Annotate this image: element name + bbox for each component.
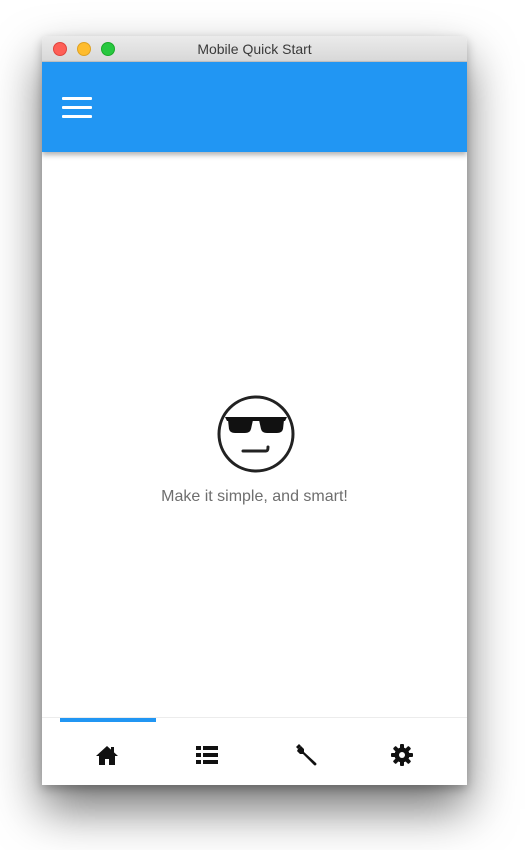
wrench-icon — [296, 744, 317, 766]
tagline-text: Make it simple, and smart! — [161, 488, 348, 505]
menu-button[interactable] — [60, 92, 94, 122]
app-bar — [42, 62, 467, 152]
cool-face-sunglasses-icon — [217, 395, 295, 473]
gear-icon — [391, 744, 413, 766]
nav-tab-home[interactable] — [54, 718, 160, 785]
window-title: Mobile Quick Start — [197, 41, 312, 57]
app-window: Mobile Quick Start Make it simple, and s… — [42, 36, 467, 785]
list-icon — [196, 746, 218, 764]
nav-tab-settings[interactable] — [349, 718, 455, 785]
home-icon — [96, 746, 118, 765]
nav-tab-list[interactable] — [154, 718, 260, 785]
main-content: Make it simple, and smart! — [42, 152, 467, 717]
nav-tab-tools[interactable] — [254, 718, 360, 785]
desktop-background: Mobile Quick Start Make it simple, and s… — [0, 0, 532, 850]
window-titlebar[interactable]: Mobile Quick Start — [42, 36, 467, 62]
bottom-navigation — [42, 717, 467, 785]
